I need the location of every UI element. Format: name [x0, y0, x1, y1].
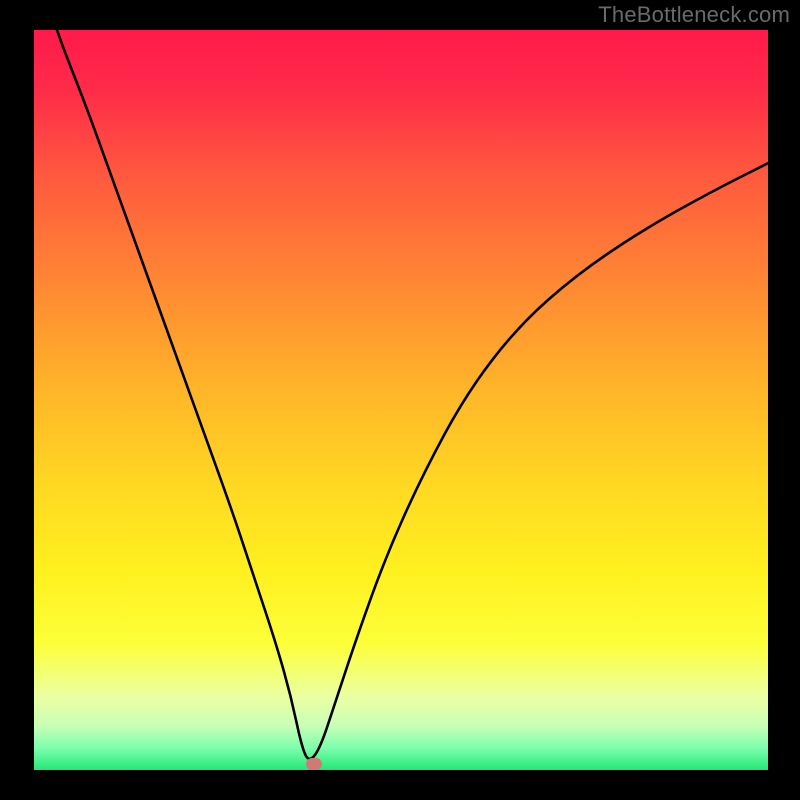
bottleneck-curve	[34, 30, 768, 770]
outer-frame: TheBottleneck.com	[0, 0, 800, 800]
balanced-point-marker	[306, 758, 322, 770]
watermark-text: TheBottleneck.com	[598, 2, 790, 28]
plot-area	[34, 30, 768, 770]
